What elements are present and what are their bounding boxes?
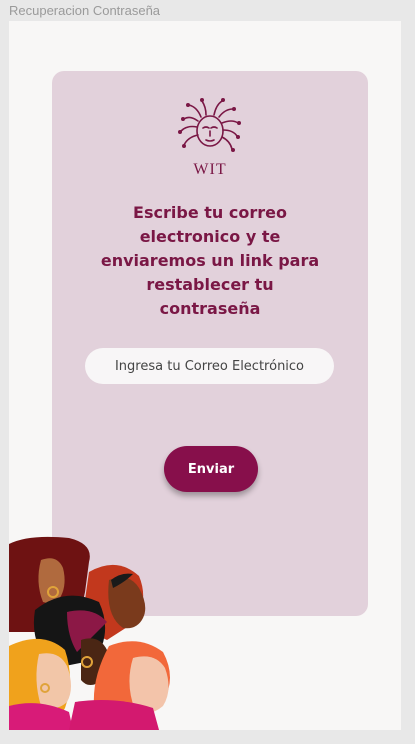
recovery-card: WIT Escribe tu correo electronico y te e…	[52, 71, 368, 616]
group-of-women-illustration	[9, 536, 170, 730]
logo-text: WIT	[193, 161, 227, 178]
email-input[interactable]	[85, 348, 334, 384]
medusa-circuit-face-icon	[178, 98, 241, 152]
instructions-heading: Escribe tu correo electronico y te envia…	[100, 203, 320, 318]
frame-title: Recuperacion Contraseña	[9, 3, 161, 18]
send-button[interactable]: Enviar	[164, 446, 258, 492]
recovery-screen: WIT Escribe tu correo electronico y te e…	[9, 21, 401, 730]
wit-logo: WIT	[170, 95, 250, 181]
